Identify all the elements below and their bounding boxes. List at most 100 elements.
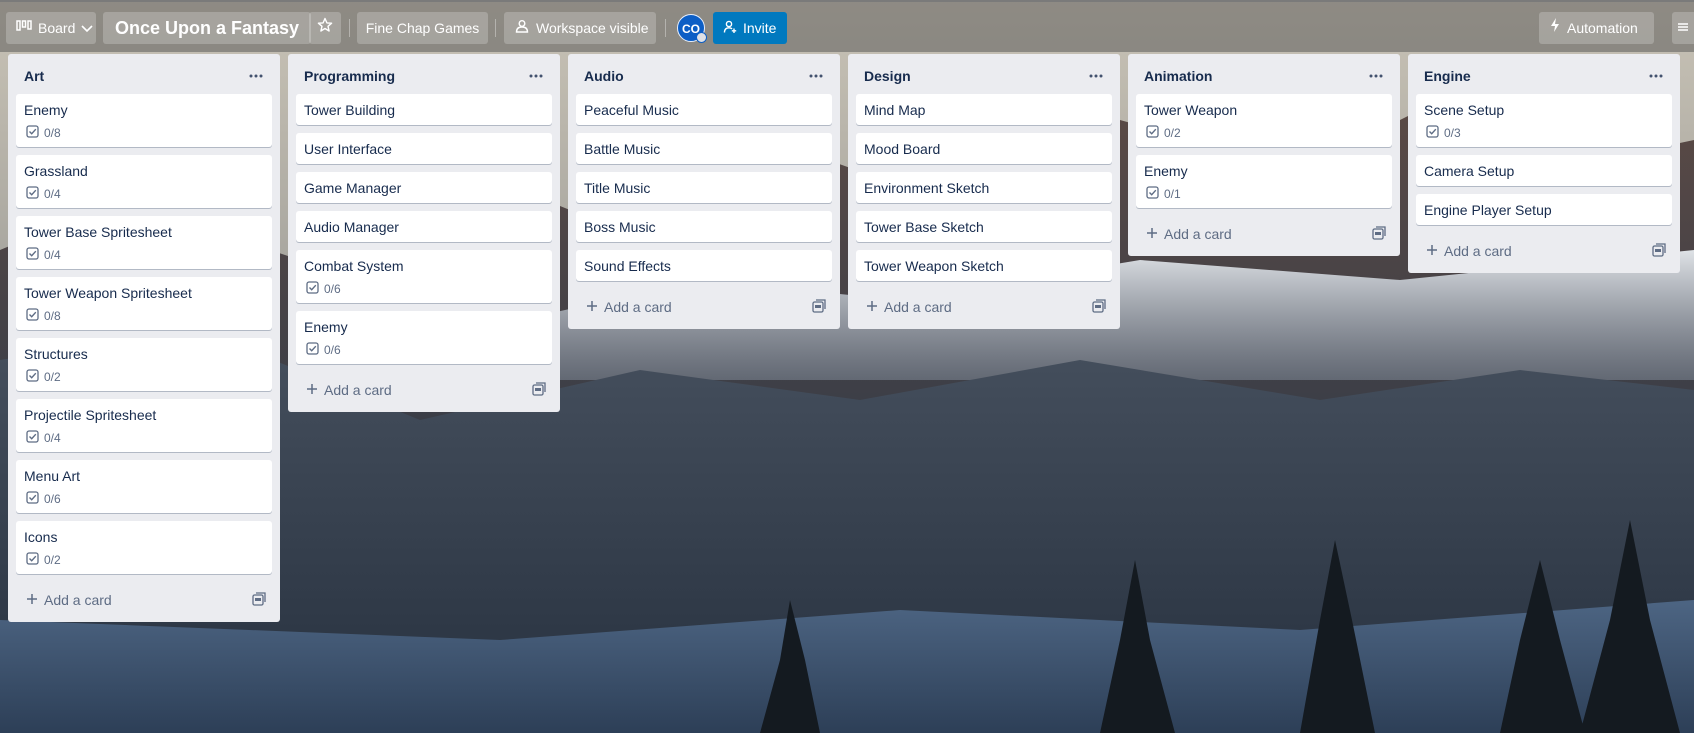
checkbox-icon — [1146, 186, 1159, 202]
more-icon[interactable] — [1364, 64, 1388, 88]
list-footer: Add a card — [856, 289, 1112, 325]
card[interactable]: Enemy 0/1 — [1136, 155, 1392, 208]
list-title[interactable]: Audio — [584, 68, 624, 84]
card[interactable]: Tower Weapon Spritesheet 0/8 — [16, 277, 272, 330]
list-header: Animation — [1136, 60, 1392, 92]
workspace-button[interactable]: Fine Chap Games — [357, 12, 488, 44]
card-title: User Interface — [304, 141, 392, 157]
card-template-icon[interactable] — [1372, 225, 1386, 243]
card[interactable]: Camera Setup — [1416, 155, 1672, 186]
checklist-badge: 0/4 — [24, 430, 264, 446]
add-card-button[interactable]: Add a card — [866, 299, 952, 315]
visibility-button[interactable]: Workspace visible — [504, 12, 656, 44]
avatar[interactable]: CO — [677, 14, 707, 43]
checklist-badge: 0/6 — [24, 491, 264, 507]
card[interactable]: Scene Setup 0/3 — [1416, 94, 1672, 147]
list-header: Design — [856, 60, 1112, 92]
checklist-count: 0/2 — [1164, 126, 1181, 140]
card[interactable]: Peaceful Music — [576, 94, 832, 125]
card[interactable]: Menu Art 0/6 — [16, 460, 272, 513]
list-footer: Add a card — [576, 289, 832, 325]
board-icon — [16, 12, 32, 44]
card[interactable]: Mood Board — [856, 133, 1112, 164]
card-list: Tower Weapon 0/2 Enemy 0/1 — [1136, 94, 1392, 208]
card-title: Scene Setup — [1424, 102, 1505, 118]
list-title[interactable]: Engine — [1424, 68, 1471, 84]
add-card-button[interactable]: Add a card — [586, 299, 672, 315]
more-icon[interactable] — [524, 64, 548, 88]
add-card-button[interactable]: Add a card — [1146, 226, 1232, 242]
card-title: Audio Manager — [304, 219, 399, 235]
add-card-button[interactable]: Add a card — [1426, 243, 1512, 259]
list-title[interactable]: Animation — [1144, 68, 1212, 84]
list-header: Engine — [1416, 60, 1672, 92]
card[interactable]: Engine Player Setup — [1416, 194, 1672, 225]
board-title[interactable]: Once Upon a Fantasy — [103, 12, 312, 44]
star-button[interactable] — [309, 12, 341, 44]
card[interactable]: Tower Weapon Sketch — [856, 250, 1112, 281]
invite-button[interactable]: Invite — [713, 12, 787, 44]
list-title[interactable]: Design — [864, 68, 911, 84]
list-title[interactable]: Art — [24, 68, 44, 84]
add-card-label: Add a card — [324, 382, 392, 398]
add-card-label: Add a card — [1444, 243, 1512, 259]
card[interactable]: Tower Building — [296, 94, 552, 125]
list-engine: Engine Scene Setup 0/3 Camera Setup Engine P… — [1408, 54, 1680, 273]
card[interactable]: Game Manager — [296, 172, 552, 203]
card-template-icon[interactable] — [1092, 298, 1106, 316]
card-list: Peaceful Music Battle Music Title Music Bos… — [576, 94, 832, 281]
card[interactable]: Mind Map — [856, 94, 1112, 125]
more-icon[interactable] — [804, 64, 828, 88]
checkbox-icon — [1426, 125, 1439, 141]
list-title[interactable]: Programming — [304, 68, 395, 84]
card[interactable]: Combat System 0/6 — [296, 250, 552, 303]
more-icon[interactable] — [244, 64, 268, 88]
card-title: Grassland — [24, 163, 88, 179]
card[interactable]: Title Music — [576, 172, 832, 203]
card-list: Scene Setup 0/3 Camera Setup Engine Player … — [1416, 94, 1672, 225]
card-template-icon[interactable] — [252, 591, 266, 609]
list-audio: Audio Peaceful Music Battle Music Title Mus… — [568, 54, 840, 329]
card[interactable]: Enemy 0/6 — [296, 311, 552, 364]
card[interactable]: Icons 0/2 — [16, 521, 272, 574]
card[interactable]: Sound Effects — [576, 250, 832, 281]
card-template-icon[interactable] — [1652, 242, 1666, 260]
card[interactable]: Tower Base Spritesheet 0/4 — [16, 216, 272, 269]
card[interactable]: Enemy 0/8 — [16, 94, 272, 147]
add-card-button[interactable]: Add a card — [306, 382, 392, 398]
people-icon — [514, 12, 530, 44]
card-template-icon[interactable] — [812, 298, 826, 316]
invite-label: Invite — [743, 20, 777, 36]
card[interactable]: Audio Manager — [296, 211, 552, 242]
card[interactable]: Projectile Spritesheet 0/4 — [16, 399, 272, 452]
card-title: Enemy — [304, 319, 348, 335]
board-view-label: Board — [38, 20, 76, 36]
checklist-badge: 0/1 — [1144, 186, 1384, 202]
checklist-count: 0/2 — [44, 370, 61, 384]
card[interactable]: Environment Sketch — [856, 172, 1112, 203]
checklist-badge: 0/4 — [24, 186, 264, 202]
checklist-count: 0/4 — [44, 187, 61, 201]
lightning-icon — [1549, 12, 1561, 44]
card-template-icon[interactable] — [532, 381, 546, 399]
card-title: Title Music — [584, 180, 651, 196]
show-menu-button[interactable] — [1672, 12, 1694, 44]
card[interactable]: Tower Weapon 0/2 — [1136, 94, 1392, 147]
card[interactable]: Boss Music — [576, 211, 832, 242]
card[interactable]: Grassland 0/4 — [16, 155, 272, 208]
card[interactable]: Structures 0/2 — [16, 338, 272, 391]
card[interactable]: User Interface — [296, 133, 552, 164]
more-icon[interactable] — [1084, 64, 1108, 88]
card[interactable]: Tower Base Sketch — [856, 211, 1112, 242]
card[interactable]: Battle Music — [576, 133, 832, 164]
card-title: Boss Music — [584, 219, 656, 235]
card-title: Projectile Spritesheet — [24, 407, 157, 423]
header-divider — [349, 19, 350, 37]
automation-button[interactable]: Automation — [1539, 12, 1654, 44]
checklist-count: 0/1 — [1164, 187, 1181, 201]
add-card-button[interactable]: Add a card — [26, 592, 112, 608]
board-view-switcher[interactable]: Board — [6, 12, 96, 44]
list-programming: Programming Tower Building User Interface G… — [288, 54, 560, 412]
checklist-badge: 0/4 — [24, 247, 264, 263]
more-icon[interactable] — [1644, 64, 1668, 88]
